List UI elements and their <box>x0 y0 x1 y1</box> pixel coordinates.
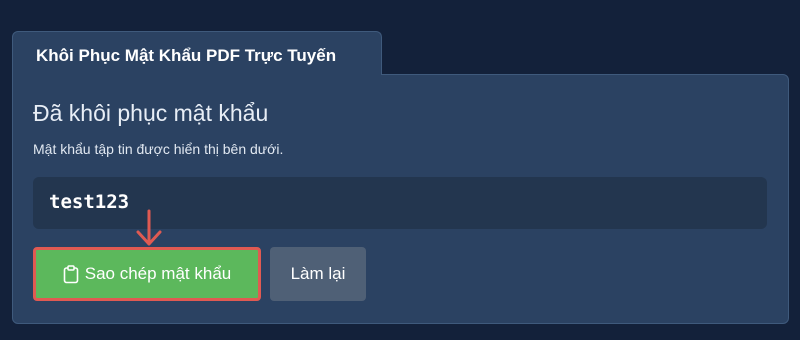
tab-pdf-password-recovery[interactable]: Khôi Phục Mật Khẩu PDF Trực Tuyến <box>12 31 382 75</box>
copy-password-label: Sao chép mật khẩu <box>84 264 232 283</box>
tab-label: Khôi Phục Mật Khẩu PDF Trực Tuyến <box>36 46 337 65</box>
copy-password-button[interactable]: Sao chép mật khẩu <box>33 247 261 301</box>
reset-label: Làm lại <box>290 264 346 283</box>
result-title: Đã khôi phục mật khẩu <box>33 100 269 126</box>
clipboard-icon <box>63 264 79 284</box>
arrow-down-icon <box>136 209 162 246</box>
password-value[interactable]: test123 <box>49 191 129 213</box>
reset-button[interactable]: Làm lại <box>270 247 366 301</box>
result-panel: Đã khôi phục mật khẩu Mật khẩu tập tin đ… <box>12 74 789 324</box>
result-subtitle: Mật khẩu tập tin được hiển thị bên dưới. <box>33 141 284 157</box>
